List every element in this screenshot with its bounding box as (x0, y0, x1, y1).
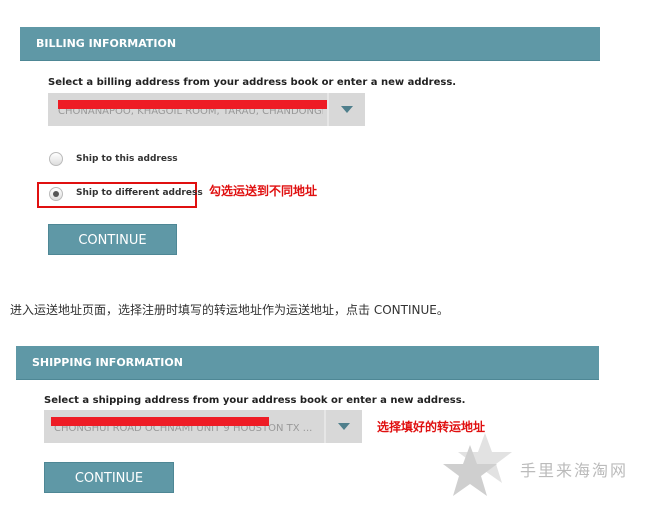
redaction-bar (58, 100, 328, 109)
instruction-text: 进入运送地址页面，选择注册时填写的转运地址作为运送地址，点击 CONTINUE。 (10, 303, 449, 317)
shipping-label: Select a shipping address from your addr… (44, 395, 466, 406)
shipping-continue-button[interactable]: CONTINUE (44, 462, 174, 493)
billing-continue-button[interactable]: CONTINUE (48, 224, 177, 255)
star-logo-icon (443, 433, 512, 496)
annotation-note: 勾选运送到不同地址 (209, 184, 318, 198)
shipping-header: SHIPPING INFORMATION (16, 346, 599, 380)
shipping-address-select[interactable]: CHONGHUI ROAD OCHNAMI UNIT 9 HOUSTON TX … (44, 410, 362, 443)
radio-ship-to-different-address[interactable] (49, 187, 63, 201)
redaction-bar (51, 417, 269, 426)
billing-label: Select a billing address from your addre… (48, 77, 457, 88)
radio-ship-to-this-address[interactable] (49, 152, 63, 166)
radio-label: Ship to this address (76, 154, 178, 164)
billing-header: BILLING INFORMATION (20, 27, 600, 61)
billing-address-select[interactable]: CHONANAPOO, KHAGOIL ROOM, TARAU, CHANDON… (48, 93, 365, 126)
radio-label: Ship to different address (76, 188, 203, 198)
chevron-down-icon[interactable] (324, 410, 362, 443)
chevron-down-icon[interactable] (327, 93, 365, 126)
watermark-text: 手里来海淘网 (520, 461, 629, 480)
